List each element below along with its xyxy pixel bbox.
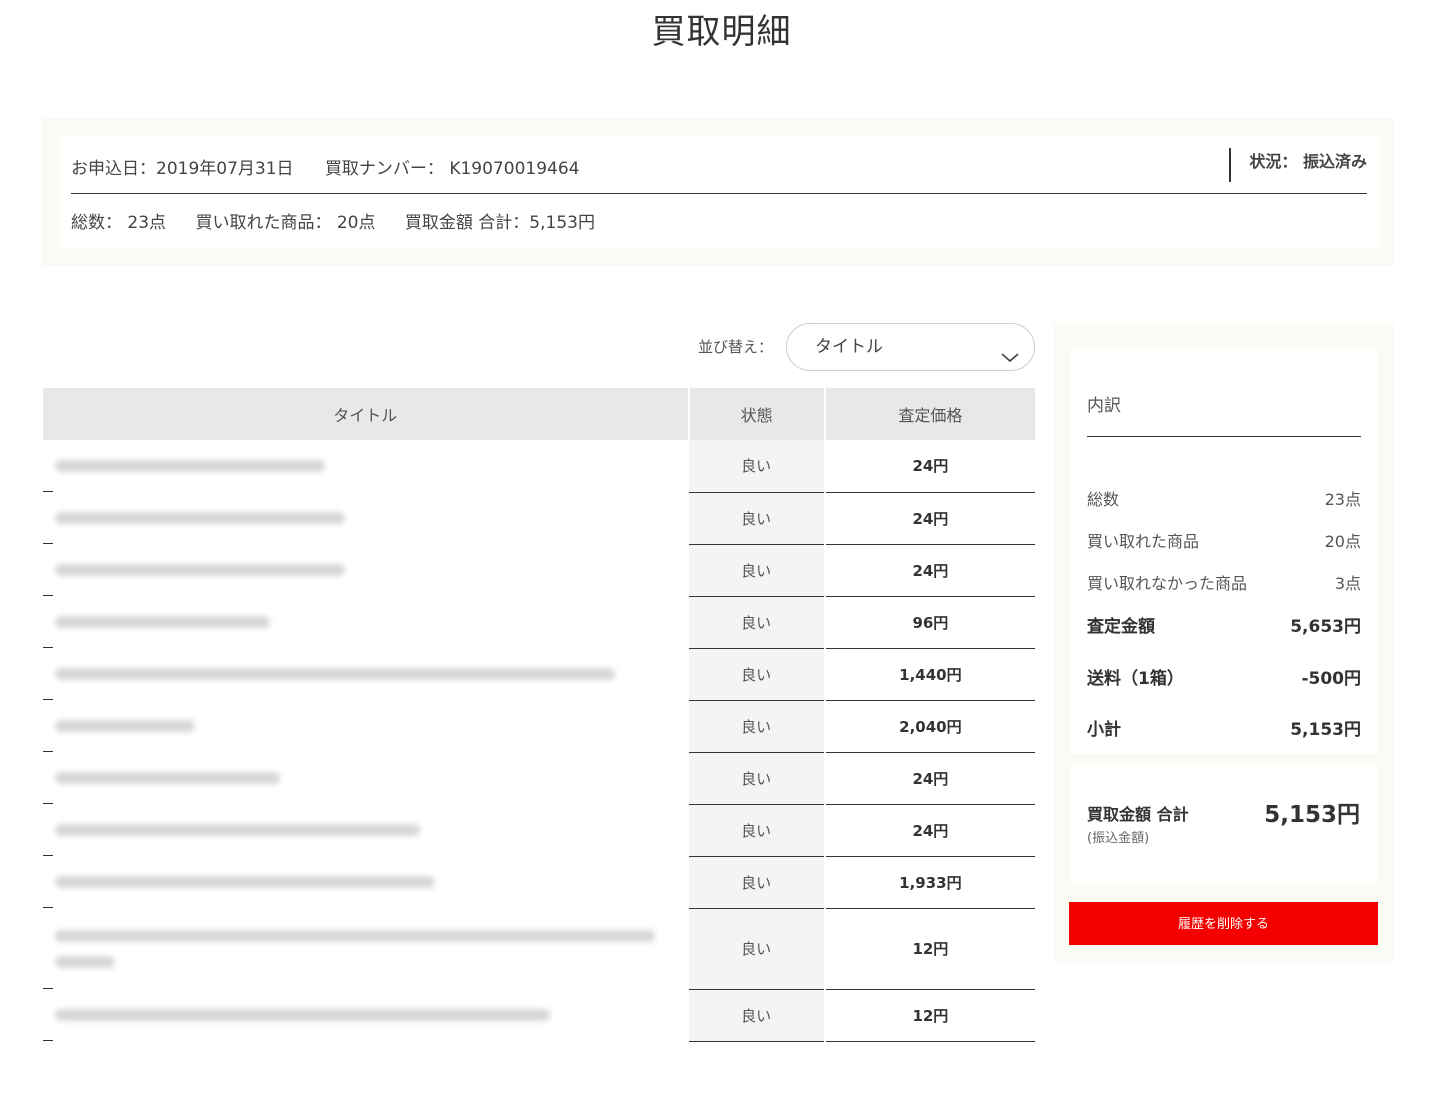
- table-row: 良い 2,040円: [43, 700, 1035, 753]
- table-row: 良い 24円: [43, 440, 1035, 493]
- item-price: 12円: [824, 989, 1035, 1042]
- item-price: 24円: [824, 440, 1035, 493]
- item-condition: 良い: [688, 856, 826, 909]
- table-header-row: タイトル 状態 査定価格: [43, 388, 1035, 440]
- item-condition: 良い: [688, 544, 826, 597]
- item-price: 1,933円: [824, 856, 1035, 909]
- total-count: 総数： 23点: [71, 213, 167, 233]
- item-price: 24円: [824, 752, 1035, 805]
- item-title-blurred: [43, 700, 674, 752]
- item-title-blurred: [43, 752, 674, 804]
- column-header-condition: 状態: [688, 388, 826, 440]
- table-row: 良い 12円: [43, 908, 1035, 990]
- purchase-summary-card: お申込日：2019年07月31日 買取ナンバー： K19070019464 状況…: [60, 136, 1380, 248]
- item-title-blurred: [43, 544, 674, 596]
- table-row: 良い 1,440円: [43, 648, 1035, 701]
- summary-header-row: お申込日：2019年07月31日 買取ナンバー： K19070019464 状況…: [71, 148, 1367, 194]
- sort-select[interactable]: タイトル: [786, 323, 1035, 371]
- sort-label: 並び替え：: [698, 338, 774, 356]
- table-row: 良い 12円: [43, 989, 1035, 1042]
- item-price: 24円: [824, 804, 1035, 857]
- delete-history-button[interactable]: 履歴を削除する: [1069, 902, 1378, 945]
- item-condition: 良い: [688, 989, 826, 1042]
- table-row: 良い 24円: [43, 804, 1035, 857]
- summary-stats-row: 総数： 23点 買い取れた商品： 20点 買取金額 合計：5,153円: [71, 208, 619, 233]
- purchase-number: 買取ナンバー： K19070019464: [324, 159, 580, 179]
- summary-side-panel: 内訳 総数 23点 買い取れた商品 20点 買い取れなかった商品 3点 査定金額…: [1053, 323, 1394, 963]
- table-row: 良い 96円: [43, 596, 1035, 649]
- bought-items-count: 買い取れた商品： 20点: [195, 213, 376, 233]
- purchase-summary: お申込日：2019年07月31日 買取ナンバー： K19070019464 状況…: [42, 118, 1394, 266]
- status-badge: 状況： 振込済み: [1229, 148, 1367, 182]
- item-condition: 良い: [688, 596, 826, 649]
- table-row: 良い 24円: [43, 544, 1035, 597]
- item-title-blurred: [43, 989, 674, 1041]
- breakdown-title: 内訳: [1087, 391, 1361, 437]
- breakdown-card: 内訳 総数 23点 買い取れた商品 20点 買い取れなかった商品 3点 査定金額…: [1070, 349, 1377, 754]
- grand-total-value: 5,153円: [1264, 802, 1360, 828]
- item-condition: 良い: [688, 908, 826, 990]
- sort-selected-value: タイトル: [815, 337, 883, 357]
- table-row: 良い 1,933円: [43, 856, 1035, 909]
- item-title-blurred: [43, 804, 674, 856]
- table-row: 良い 24円: [43, 492, 1035, 545]
- item-condition: 良い: [688, 752, 826, 805]
- table-row: 良い 24円: [43, 752, 1035, 805]
- item-price: 12円: [824, 908, 1035, 990]
- item-condition: 良い: [688, 440, 826, 493]
- item-price: 1,440円: [824, 648, 1035, 701]
- item-price: 24円: [824, 544, 1035, 597]
- grand-total-card: 買取金額 合計 (振込金額) 5,153円: [1070, 765, 1377, 883]
- column-header-price: 査定価格: [824, 388, 1035, 440]
- apply-date: お申込日：2019年07月31日: [71, 159, 294, 179]
- item-condition: 良い: [688, 492, 826, 545]
- item-condition: 良い: [688, 700, 826, 753]
- chevron-down-icon: [1000, 338, 1020, 384]
- item-title-blurred: [43, 596, 674, 648]
- column-header-title: タイトル: [43, 388, 690, 440]
- items-table: タイトル 状態 査定価格 良い 24円 良い 24円 良い 24円 良い 96円 良い 1…: [43, 388, 1035, 1042]
- item-title-blurred: [43, 492, 674, 544]
- item-title-blurred: [43, 648, 674, 700]
- item-price: 24円: [824, 492, 1035, 545]
- item-condition: 良い: [688, 804, 826, 857]
- total-amount: 買取金額 合計：5,153円: [404, 213, 595, 233]
- item-price: 96円: [824, 596, 1035, 649]
- grand-total-sublabel: (振込金額): [1087, 831, 1150, 846]
- item-title-blurred: [43, 440, 674, 492]
- grand-total-label: 買取金額 合計: [1087, 805, 1189, 824]
- page-title: 買取明細: [651, 12, 792, 52]
- item-title-blurred: [43, 856, 674, 908]
- item-condition: 良い: [688, 648, 826, 701]
- item-price: 2,040円: [824, 700, 1035, 753]
- item-title-blurred: [43, 908, 674, 989]
